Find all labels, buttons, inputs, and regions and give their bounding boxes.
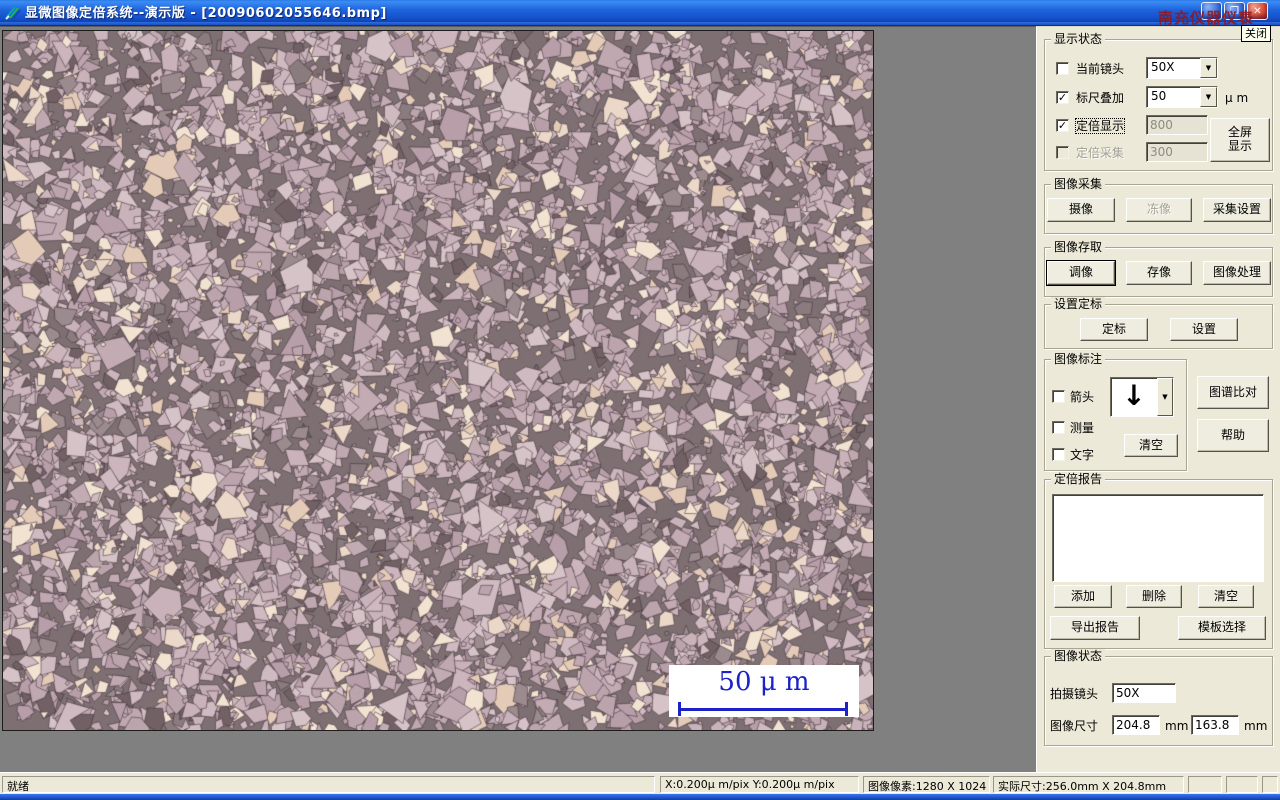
arrow-style-combo[interactable]: ↓ ▼	[1110, 377, 1174, 417]
checkbox-text[interactable]	[1052, 448, 1065, 461]
status-ready: 就绪	[2, 776, 655, 793]
scalebar-tick-right	[845, 702, 848, 716]
load-image-button[interactable]: 调像	[1047, 261, 1115, 285]
input-fixed-display	[1146, 115, 1208, 135]
scalebar-overlay: 50 μ m	[669, 665, 859, 717]
status-spare-1	[1188, 776, 1222, 793]
annotation-arrow-icon: ↓	[1122, 379, 1146, 412]
report-add-button[interactable]: 添加	[1054, 585, 1112, 608]
close-tooltip: 关闭	[1241, 25, 1271, 42]
group-image-status-title: 图像状态	[1051, 649, 1106, 663]
title-bar: 显微图像定倍系统--演示版 - [20090602055646.bmp] _ ❐…	[0, 0, 1280, 22]
group-storage: 图像存取 调像 存像 图像处理	[1044, 240, 1273, 297]
label-scale-overlay: 标尺叠加	[1076, 91, 1125, 105]
group-calibration-title: 设置定标	[1051, 297, 1106, 311]
label-height-unit: mm	[1244, 719, 1268, 733]
restore-icon: ❐	[1230, 5, 1239, 17]
label-fixed-display: 定倍显示	[1074, 118, 1126, 134]
status-pixels: 图像像素:1280 X 1024	[863, 776, 990, 793]
scalebar-label: 50 μ m	[718, 667, 810, 697]
app-icon	[5, 6, 21, 20]
input-image-width[interactable]	[1112, 715, 1160, 735]
group-capture: 图像采集 摄像 冻像 采集设置	[1044, 177, 1273, 234]
checkbox-fixed-capture	[1056, 146, 1069, 159]
report-delete-button[interactable]: 删除	[1126, 585, 1182, 608]
label-scale-unit: μ m	[1225, 91, 1249, 105]
input-fixed-capture	[1146, 142, 1208, 162]
freeze-button: 冻像	[1126, 198, 1192, 222]
input-image-height[interactable]	[1191, 715, 1239, 735]
status-spare-3	[1262, 776, 1278, 793]
combo-current-lens[interactable]: 50X ▼	[1146, 57, 1218, 79]
label-arrow: 箭头	[1070, 390, 1095, 404]
group-image-status: 图像状态 拍摄镜头 图像尺寸 mm mm	[1044, 649, 1273, 746]
group-report-title: 定倍报告	[1051, 472, 1106, 486]
scalebar-line	[678, 702, 848, 716]
label-measure: 测量	[1070, 421, 1095, 435]
window-controls: _ ❐ ✕	[1201, 2, 1268, 21]
report-template-button[interactable]: 模板选择	[1178, 616, 1266, 640]
restore-button[interactable]: ❐	[1224, 2, 1245, 20]
close-button[interactable]: ✕	[1247, 2, 1268, 20]
control-panel: 显示状态 当前镜头 50X ▼ ✓ 标尺叠加 50 ▼ μ m ✓ 定倍显示 8…	[1036, 26, 1280, 772]
atlas-compare-button[interactable]: 图谱比对	[1197, 376, 1269, 409]
chevron-down-icon[interactable]: ▼	[1157, 378, 1173, 416]
status-bar: 就绪 X:0.200μ m/pix Y:0.200μ m/pix 图像像素:12…	[0, 772, 1280, 794]
status-actual-size: 实际尺寸:256.0mm X 204.8mm	[993, 776, 1184, 793]
combo-current-lens-value: 50X	[1151, 60, 1175, 74]
group-report: 定倍报告 添加 删除 清空 导出报告 模板选择	[1044, 472, 1273, 649]
group-annotation-title: 图像标注	[1051, 352, 1106, 366]
micrograph-image[interactable]	[3, 31, 873, 730]
help-button[interactable]: 帮助	[1197, 419, 1269, 452]
combo-scale-value-text: 50	[1151, 89, 1167, 103]
group-display-status: 显示状态 当前镜头 50X ▼ ✓ 标尺叠加 50 ▼ μ m ✓ 定倍显示 8…	[1044, 32, 1273, 171]
report-clear-button[interactable]: 清空	[1198, 585, 1254, 608]
report-listbox[interactable]	[1052, 494, 1264, 582]
micrograph-frame: 50 μ m	[2, 30, 874, 731]
label-fixed-capture: 定倍采集	[1076, 146, 1125, 160]
input-shoot-lens[interactable]	[1112, 683, 1176, 703]
image-viewer: 50 μ m	[0, 26, 1036, 772]
image-process-button[interactable]: 图像处理	[1203, 261, 1271, 285]
label-image-size: 图像尺寸	[1050, 719, 1099, 733]
fullscreen-button-line1: 全屏	[1227, 125, 1252, 140]
group-calibration: 设置定标 定标 设置	[1044, 297, 1273, 349]
label-text: 文字	[1070, 448, 1095, 462]
combo-scale-value[interactable]: 50 ▼	[1146, 86, 1218, 108]
annotation-clear-button[interactable]: 清空	[1124, 434, 1178, 457]
checkbox-current-lens[interactable]	[1056, 62, 1069, 75]
status-spare-2	[1226, 776, 1258, 793]
chevron-down-icon[interactable]: ▼	[1200, 58, 1217, 78]
label-shoot-lens: 拍摄镜头	[1050, 687, 1099, 701]
checkbox-measure[interactable]	[1052, 421, 1065, 434]
close-icon: ✕	[1253, 5, 1262, 17]
calibrate-button[interactable]: 定标	[1080, 318, 1148, 341]
group-display-status-title: 显示状态	[1051, 32, 1106, 46]
fullscreen-button-line2: 显示	[1227, 139, 1252, 153]
save-image-button[interactable]: 存像	[1126, 261, 1192, 285]
chevron-down-icon[interactable]: ▼	[1200, 87, 1217, 107]
calibration-setup-button[interactable]: 设置	[1170, 318, 1238, 341]
group-storage-title: 图像存取	[1051, 240, 1106, 254]
application-window: 显微图像定倍系统--演示版 - [20090602055646.bmp] _ ❐…	[0, 0, 1280, 800]
label-width-unit: mm	[1165, 719, 1189, 733]
checkbox-scale-overlay[interactable]: ✓	[1056, 91, 1069, 104]
window-title: 显微图像定倍系统--演示版 - [20090602055646.bmp]	[25, 5, 387, 21]
checkbox-fixed-display[interactable]: ✓	[1056, 119, 1069, 132]
scalebar-tick-left	[678, 702, 681, 716]
capture-settings-button[interactable]: 采集设置	[1203, 198, 1271, 222]
status-resolution: X:0.200μ m/pix Y:0.200μ m/pix	[660, 776, 859, 793]
label-current-lens: 当前镜头	[1076, 62, 1125, 76]
report-export-button[interactable]: 导出报告	[1050, 616, 1140, 640]
fullscreen-button[interactable]: 全屏 显示	[1210, 118, 1270, 162]
client-area: 50 μ m 显示状态 当前镜头 50X ▼ ✓ 标尺叠加 50 ▼ μ m ✓…	[0, 26, 1280, 772]
shoot-button[interactable]: 摄像	[1047, 198, 1115, 222]
group-capture-title: 图像采集	[1051, 177, 1106, 191]
checkbox-arrow[interactable]	[1052, 390, 1065, 403]
group-annotation: 图像标注 箭头 ↓ ▼ 测量 文字 清空	[1044, 352, 1187, 471]
minimize-icon: _	[1209, 9, 1214, 21]
minimize-button[interactable]: _	[1201, 2, 1222, 21]
window-bottom-border	[0, 794, 1280, 800]
